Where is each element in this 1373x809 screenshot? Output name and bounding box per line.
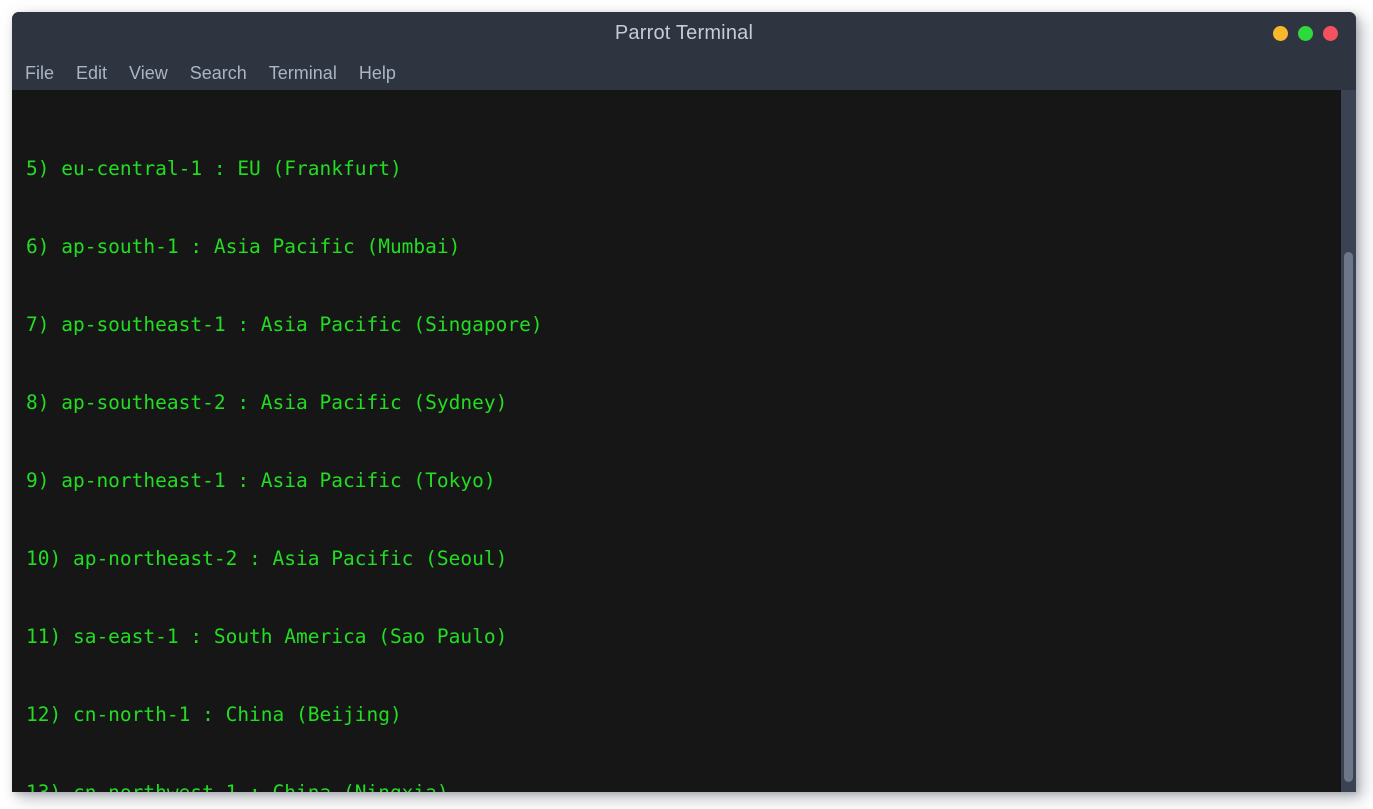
region-option-line: 7) ap-southeast-1 : Asia Pacific (Singap… bbox=[26, 313, 543, 336]
region-option-line: 10) ap-northeast-2 : Asia Pacific (Seoul… bbox=[26, 547, 508, 570]
menu-item-help[interactable]: Help bbox=[359, 63, 396, 84]
menubar: File Edit View Search Terminal Help bbox=[12, 57, 1356, 90]
window-titlebar[interactable]: Parrot Terminal bbox=[12, 12, 1356, 57]
menu-item-file[interactable]: File bbox=[25, 63, 54, 84]
region-option-line: 8) ap-southeast-2 : Asia Pacific (Sydney… bbox=[26, 391, 508, 414]
menu-item-terminal[interactable]: Terminal bbox=[269, 63, 337, 84]
window-controls bbox=[1273, 26, 1338, 41]
menu-item-search[interactable]: Search bbox=[190, 63, 247, 84]
scrollbar-thumb[interactable] bbox=[1344, 252, 1353, 782]
screen: Parrot Terminal File Edit View Search Te… bbox=[0, 0, 1373, 809]
terminal-output-area[interactable]: 5) eu-central-1 : EU (Frankfurt) 6) ap-s… bbox=[12, 90, 1356, 792]
region-option-line: 5) eu-central-1 : EU (Frankfurt) bbox=[26, 157, 402, 180]
terminal-text: 5) eu-central-1 : EU (Frankfurt) 6) ap-s… bbox=[26, 90, 1356, 792]
maximize-button[interactable] bbox=[1298, 26, 1313, 41]
region-option-line: 12) cn-north-1 : China (Beijing) bbox=[26, 703, 402, 726]
terminal-window: Parrot Terminal File Edit View Search Te… bbox=[12, 12, 1356, 792]
close-button[interactable] bbox=[1323, 26, 1338, 41]
terminal-scrollbar[interactable] bbox=[1341, 90, 1356, 792]
region-option-line: 9) ap-northeast-1 : Asia Pacific (Tokyo) bbox=[26, 469, 496, 492]
region-option-line: 13) cn-northwest-1 : China (Ningxia) bbox=[26, 780, 1356, 792]
minimize-button[interactable] bbox=[1273, 26, 1288, 41]
menu-item-view[interactable]: View bbox=[129, 63, 168, 84]
menu-item-edit[interactable]: Edit bbox=[76, 63, 107, 84]
region-option-line: 11) sa-east-1 : South America (Sao Paulo… bbox=[26, 625, 508, 648]
region-option-line: 6) ap-south-1 : Asia Pacific (Mumbai) bbox=[26, 235, 461, 258]
window-title: Parrot Terminal bbox=[614, 22, 754, 44]
